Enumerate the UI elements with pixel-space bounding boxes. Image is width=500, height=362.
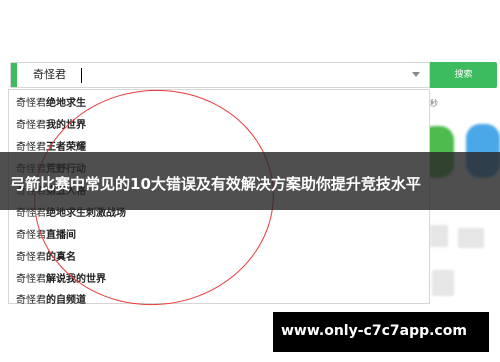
chevron-down-icon[interactable] [412,72,420,77]
search-button[interactable]: 搜索 [430,62,497,88]
background-thumbnail [430,225,448,247]
watermark-url: www.only-c7c7app.com [281,323,467,339]
suggestion-prefix: 奇怪君 [16,274,46,285]
suggestion-prefix: 奇怪君 [16,98,46,109]
background-thumbnail [432,270,454,296]
suggestion-item[interactable]: 奇怪君的自频道 [16,291,86,306]
search-accent-bar [11,63,17,87]
page-background-top [0,0,500,60]
suggestion-prefix: 奇怪君 [16,252,46,263]
side-label: 秒 [430,99,438,108]
search-box[interactable]: 奇怪君 [10,62,430,88]
suggestion-prefix: 奇怪君 [16,295,46,306]
background-thumbnail [458,228,484,248]
search-input[interactable]: 奇怪君 [33,66,66,84]
suggestion-completion: 绝地求生 [46,98,86,109]
article-title: 弓箭比赛中常见的10大错误及有效解决方案助你提升竞技水平 [10,175,421,193]
text-caret [81,68,82,83]
suggestion-completion: 的自频道 [46,295,86,306]
suggestion-prefix: 奇怪君 [16,120,46,131]
suggestion-item[interactable]: 奇怪君绝地求生 [16,94,86,109]
